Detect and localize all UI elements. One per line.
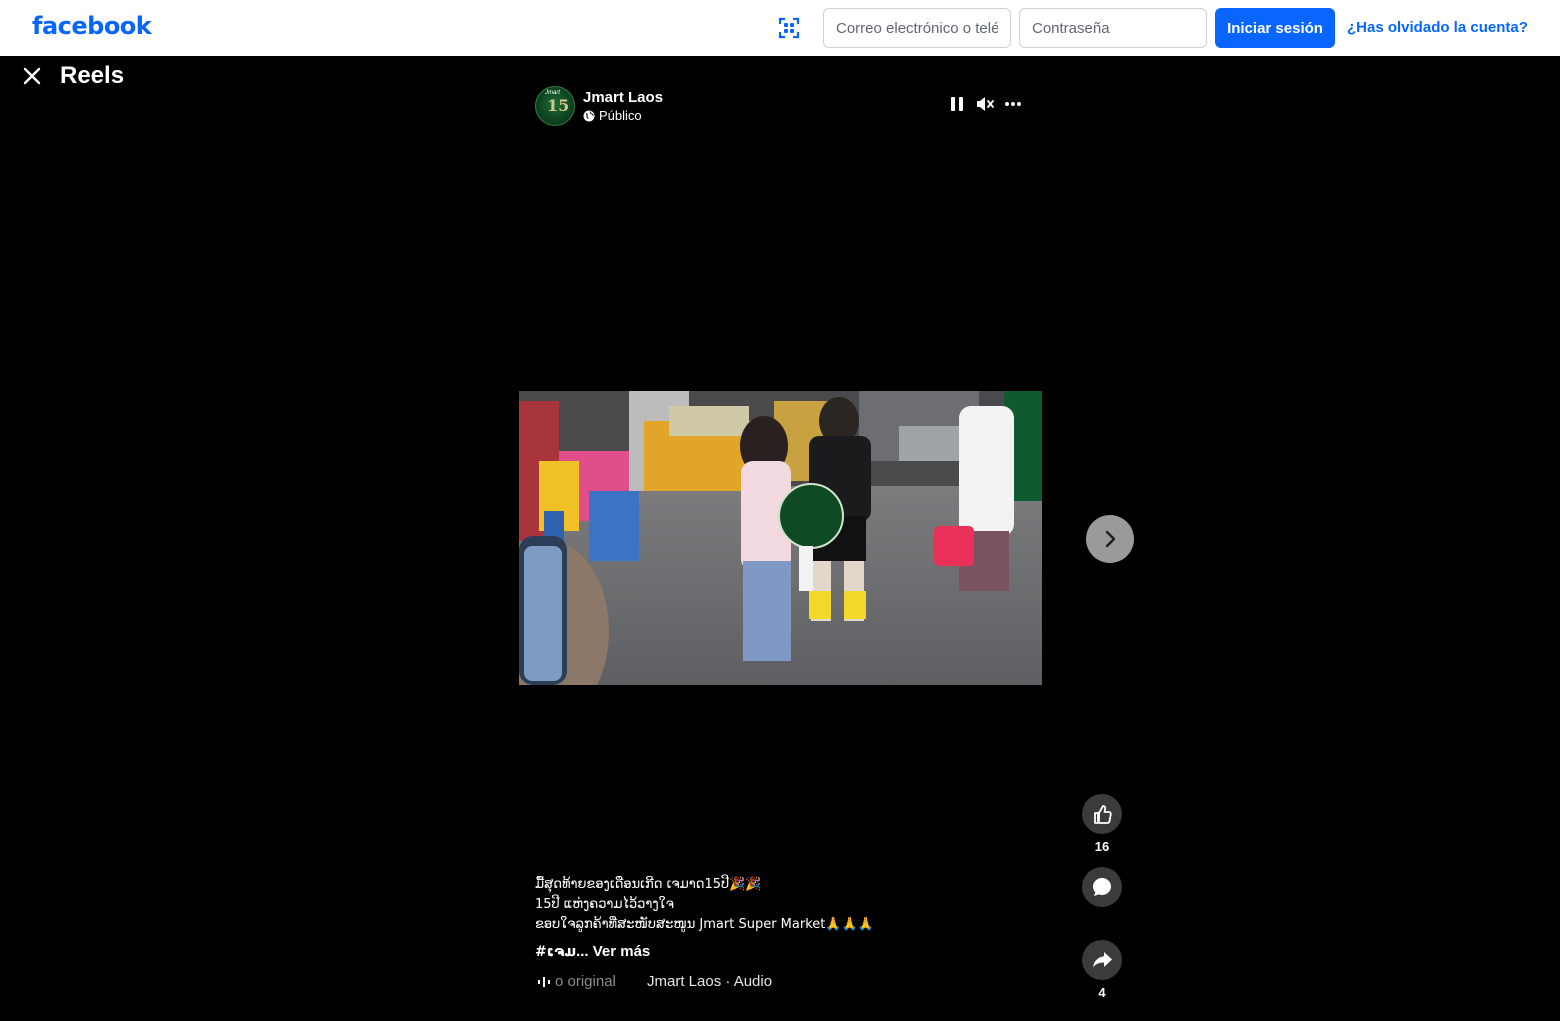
privacy-label: Público <box>599 108 642 123</box>
video-frame <box>519 391 1042 685</box>
privacy-indicator: Público <box>583 108 642 123</box>
share-icon <box>1093 952 1112 968</box>
reel-video[interactable] <box>519 391 1042 685</box>
share-count: 4 <box>1098 985 1106 1000</box>
password-input[interactable] <box>1019 8 1207 48</box>
thumbs-up-icon <box>1094 805 1112 824</box>
forgot-account-link[interactable]: ¿Has olvidado la cuenta? <box>1347 19 1528 36</box>
share-button[interactable] <box>1082 940 1122 980</box>
muted-speaker-icon[interactable] <box>975 94 995 114</box>
login-button[interactable]: Iniciar sesión <box>1215 8 1335 48</box>
hashtag-link[interactable]: #ເຈມ <box>535 944 576 960</box>
avatar[interactable]: Jmart 15 <box>535 86 575 126</box>
reel-caption: ມື້ສຸດທ້າຍຂອງເດືອນເກີດ ເຈມາດ15ປີ🎉🎉 15ປີ … <box>535 875 1055 935</box>
facebook-logo[interactable]: facebook <box>32 12 152 40</box>
avatar-badge: 15 <box>547 96 570 115</box>
globe-icon <box>583 110 595 121</box>
next-reel-button[interactable] <box>1086 515 1134 563</box>
like-count: 16 <box>1094 839 1110 854</box>
caption-line: 15ປີ ແຫ່ງຄວາມໄວ້ວາງໃຈ <box>535 897 674 912</box>
comment-icon <box>1093 878 1111 896</box>
audio-source-link[interactable]: Jmart Laos · Audio <box>647 973 772 990</box>
audio-wave-icon <box>538 977 550 987</box>
qr-scan-icon[interactable] <box>777 16 801 40</box>
caption-tail: #ເຈມ... Ver más <box>535 943 650 960</box>
close-icon[interactable] <box>20 64 44 88</box>
chevron-right-icon <box>1105 530 1116 548</box>
author-name[interactable]: Jmart Laos <box>583 89 663 106</box>
pause-icon[interactable] <box>947 94 967 114</box>
email-input[interactable] <box>823 8 1011 48</box>
top-bar: facebook Iniciar sesión ¿Has olvidado la… <box>0 0 1560 56</box>
caption-line: ມື້ສຸດທ້າຍຂອງເດືອນເກີດ ເຈມາດ15ປີ🎉🎉 <box>535 877 762 892</box>
comment-button[interactable] <box>1082 867 1122 907</box>
caption-line: ຂອບໃຈລູກຄ້າທີ່ສະໜັບສະໜູນ Jmart Super Mar… <box>535 917 874 932</box>
see-more-link[interactable]: ... Ver más <box>576 943 650 960</box>
more-options-icon[interactable] <box>1003 94 1023 114</box>
audio-label: o original <box>555 973 616 990</box>
page-title: Reels <box>60 62 125 89</box>
like-button[interactable] <box>1082 794 1122 834</box>
